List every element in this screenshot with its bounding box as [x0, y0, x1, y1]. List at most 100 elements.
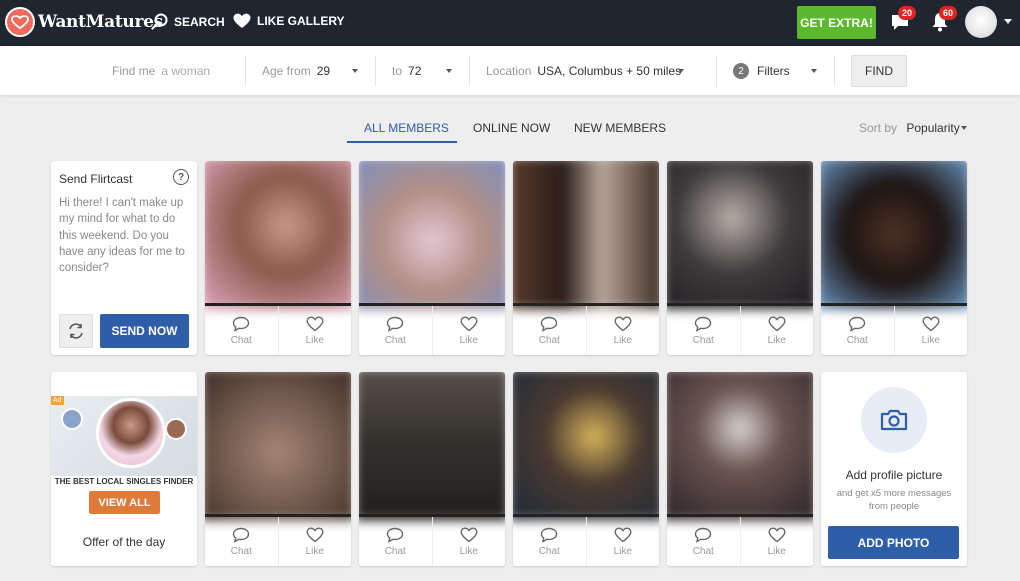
like-button[interactable]: Like [585, 517, 660, 566]
flirtcast-card: Send Flirtcast ? Hi there! I can't make … [51, 161, 197, 355]
chevron-down-icon [352, 69, 358, 73]
member-photo[interactable] [513, 372, 659, 521]
site-logo[interactable]: WantMatures [5, 7, 163, 37]
member-photo[interactable] [667, 372, 813, 521]
like-label: Like [613, 546, 632, 557]
member-photo[interactable] [359, 161, 505, 310]
help-icon[interactable]: ? [173, 169, 189, 185]
nav-search[interactable]: SEARCH [151, 13, 225, 30]
like-label: Like [305, 335, 324, 346]
sort-label: Sort by [859, 121, 898, 135]
chat-bubble-icon [233, 316, 250, 332]
member-card[interactable]: Chat Like [513, 161, 659, 355]
refresh-icon [69, 323, 83, 339]
member-card[interactable]: Chat Like [667, 161, 813, 355]
chat-label: Chat [538, 546, 560, 557]
heart-outline-icon [768, 527, 786, 543]
like-button[interactable]: Like [739, 306, 814, 355]
send-now-button[interactable]: SEND NOW [100, 314, 189, 348]
find-button[interactable]: FIND [851, 55, 907, 87]
like-button[interactable]: Like [585, 306, 660, 355]
chat-button[interactable]: Chat [513, 306, 586, 355]
chat-button[interactable]: Chat [667, 306, 740, 355]
member-card[interactable]: Chat Like [359, 161, 505, 355]
member-card[interactable]: Chat Like [667, 372, 813, 566]
nav-like-gallery[interactable]: LIKE GALLERY [233, 13, 345, 29]
location-value: USA, Columbus + 50 miles [537, 64, 682, 78]
ad-card[interactable]: Ad THE BEST LOCAL SINGLES FINDER VIEW AL… [51, 372, 197, 566]
chat-label: Chat [846, 335, 868, 346]
add-photo-button[interactable]: ADD PHOTO [828, 526, 959, 559]
chat-button[interactable]: Chat [667, 517, 740, 566]
member-card[interactable]: Chat Like [205, 372, 351, 566]
chat-button[interactable]: Chat [205, 306, 278, 355]
user-avatar[interactable] [965, 6, 997, 38]
member-actions: Chat Like [205, 517, 351, 566]
age-to-select[interactable]: to 72 [392, 46, 421, 96]
like-button[interactable]: Like [431, 306, 506, 355]
messages-button[interactable]: 20 [890, 6, 917, 34]
like-button[interactable]: Like [739, 517, 814, 566]
filters-count-badge: 2 [733, 63, 749, 79]
like-button[interactable]: Like [277, 517, 352, 566]
divider [245, 56, 246, 86]
chat-button[interactable]: Chat [359, 517, 432, 566]
location-select[interactable]: Location USA, Columbus + 50 miles [486, 46, 681, 96]
add-photo-subtitle: and get x5 more messages from people [836, 488, 952, 512]
chat-label: Chat [230, 335, 252, 346]
like-button[interactable]: Like [277, 306, 352, 355]
chat-button[interactable]: Chat [205, 517, 278, 566]
heart-logo-icon [5, 7, 35, 37]
tab-online-now[interactable]: ONLINE NOW [473, 121, 550, 135]
like-label: Like [613, 335, 632, 346]
member-photo[interactable] [821, 161, 967, 310]
camera-upload-circle[interactable] [861, 387, 927, 453]
sort-select[interactable]: Sort by Popularity [859, 121, 960, 135]
member-card[interactable]: Chat Like [359, 372, 505, 566]
like-label: Like [305, 546, 324, 557]
tab-new-members[interactable]: NEW MEMBERS [574, 121, 666, 135]
member-card[interactable]: Chat Like [821, 161, 967, 355]
like-button[interactable]: Like [431, 517, 506, 566]
member-actions: Chat Like [667, 517, 813, 566]
member-photo[interactable] [667, 161, 813, 310]
filters-select[interactable]: 2 Filters [733, 46, 790, 96]
member-card[interactable]: Chat Like [513, 372, 659, 566]
flirtcast-title: Send Flirtcast [59, 172, 133, 186]
divider [716, 56, 717, 86]
chat-button[interactable]: Chat [821, 306, 894, 355]
refresh-button[interactable] [59, 314, 93, 348]
like-label: Like [767, 546, 786, 557]
heart-outline-icon [306, 527, 324, 543]
member-photo[interactable] [513, 161, 659, 310]
heart-outline-icon [614, 316, 632, 332]
age-to-label: to [392, 64, 403, 78]
like-button[interactable]: Like [893, 306, 968, 355]
member-actions: Chat Like [513, 306, 659, 355]
find-me-select[interactable]: Find me a woman [112, 46, 210, 96]
age-to-value: 72 [408, 64, 422, 78]
chevron-down-icon[interactable] [1004, 19, 1012, 24]
ad-thumbnail [165, 418, 187, 440]
member-card[interactable]: Chat Like [205, 161, 351, 355]
notifications-button[interactable]: 60 [931, 6, 958, 34]
chat-button[interactable]: Chat [359, 306, 432, 355]
get-extra-button[interactable]: GET EXTRA! [797, 6, 876, 39]
heart-outline-icon [460, 527, 478, 543]
member-actions: Chat Like [359, 517, 505, 566]
member-actions: Chat Like [513, 517, 659, 566]
tab-all-members[interactable]: ALL MEMBERS [364, 121, 449, 135]
divider [834, 56, 835, 86]
chat-label: Chat [692, 335, 714, 346]
chat-label: Chat [692, 546, 714, 557]
age-from-select[interactable]: Age from 29 [262, 46, 330, 96]
chevron-down-icon [678, 69, 684, 73]
ad-tag: Ad [51, 396, 64, 405]
member-photo[interactable] [359, 372, 505, 521]
logo-text: WantMatures [38, 12, 163, 32]
messages-badge: 20 [898, 6, 917, 20]
chat-button[interactable]: Chat [513, 517, 586, 566]
view-all-button[interactable]: VIEW ALL [89, 491, 160, 514]
member-photo[interactable] [205, 372, 351, 521]
member-photo[interactable] [205, 161, 351, 310]
